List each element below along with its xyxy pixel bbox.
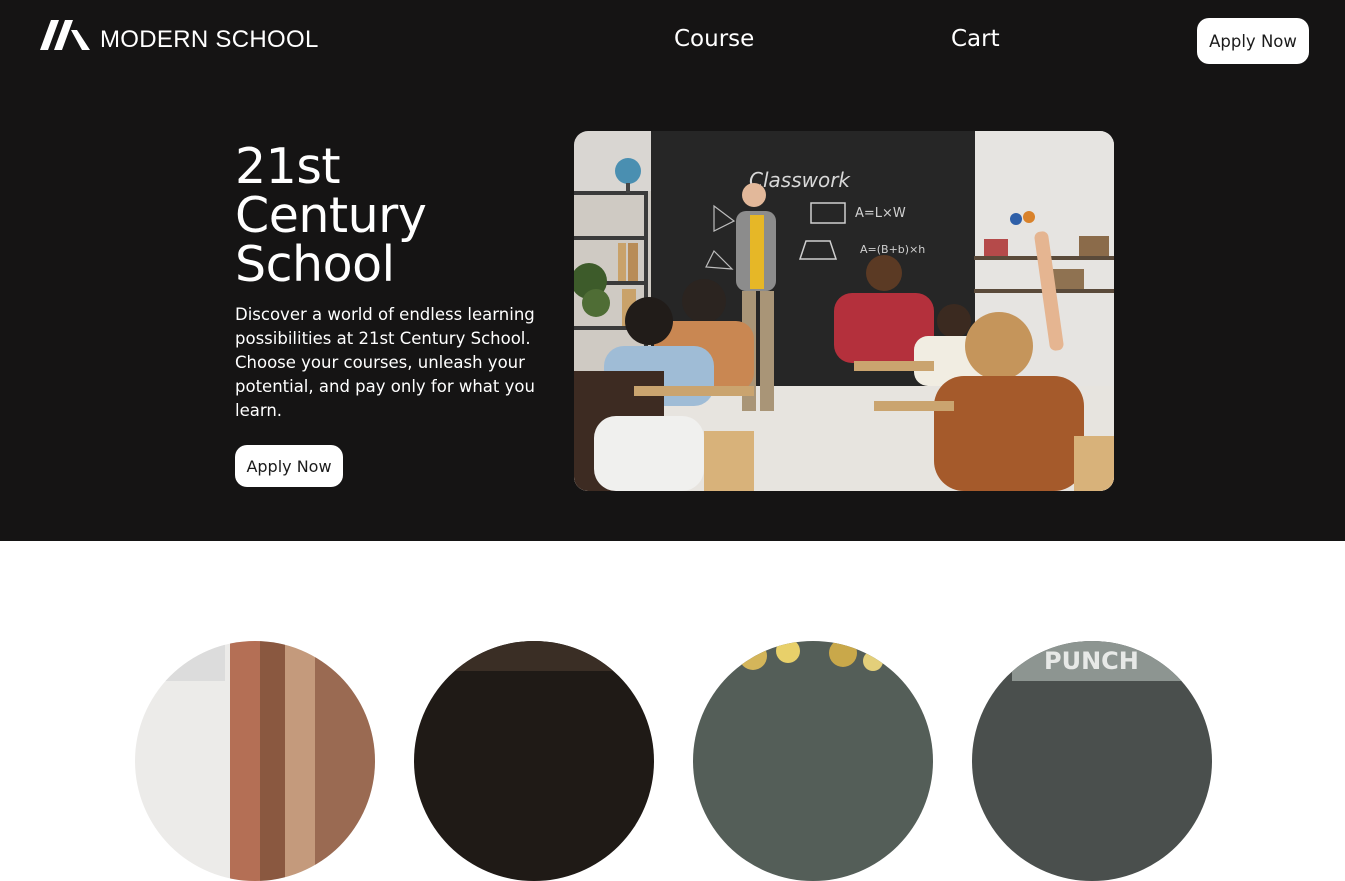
card-image <box>693 641 933 881</box>
hero-title: 21st Century School <box>235 138 427 293</box>
card-image <box>135 641 375 881</box>
board-formula-area-rect: A=L×W <box>855 206 906 221</box>
hero-title-line: 21st <box>235 138 341 195</box>
hero-section: MODERN SCHOOL Course Cart Apply Now 21st… <box>0 0 1345 541</box>
hero-classroom-image: Classwork A=L×W A=(B+b)×h <box>574 131 1114 491</box>
card-image: PUNCH <box>972 641 1212 881</box>
category-card[interactable] <box>414 641 654 881</box>
hero-description: Discover a world of endless learning pos… <box>235 305 535 420</box>
nav-course[interactable]: Course <box>674 24 754 54</box>
hero-title-line: School <box>235 236 395 293</box>
brand-name: MODERN SCHOOL <box>100 26 319 53</box>
board-heading: Classwork <box>749 168 851 192</box>
hero-apply-button[interactable]: Apply Now <box>235 445 343 487</box>
header-apply-button[interactable]: Apply Now <box>1197 18 1309 64</box>
board-formula-area-trapezoid: A=(B+b)×h <box>860 243 925 256</box>
category-card[interactable] <box>693 641 933 881</box>
category-card[interactable]: PUNCH <box>972 641 1212 881</box>
card-image <box>414 641 654 881</box>
nav-cart[interactable]: Cart <box>951 24 1000 54</box>
category-card[interactable] <box>135 641 375 881</box>
brand-logo[interactable]: MODERN SCHOOL <box>40 20 319 53</box>
modern-school-logo-icon <box>40 20 90 50</box>
hero-title-line: Century <box>235 187 427 244</box>
